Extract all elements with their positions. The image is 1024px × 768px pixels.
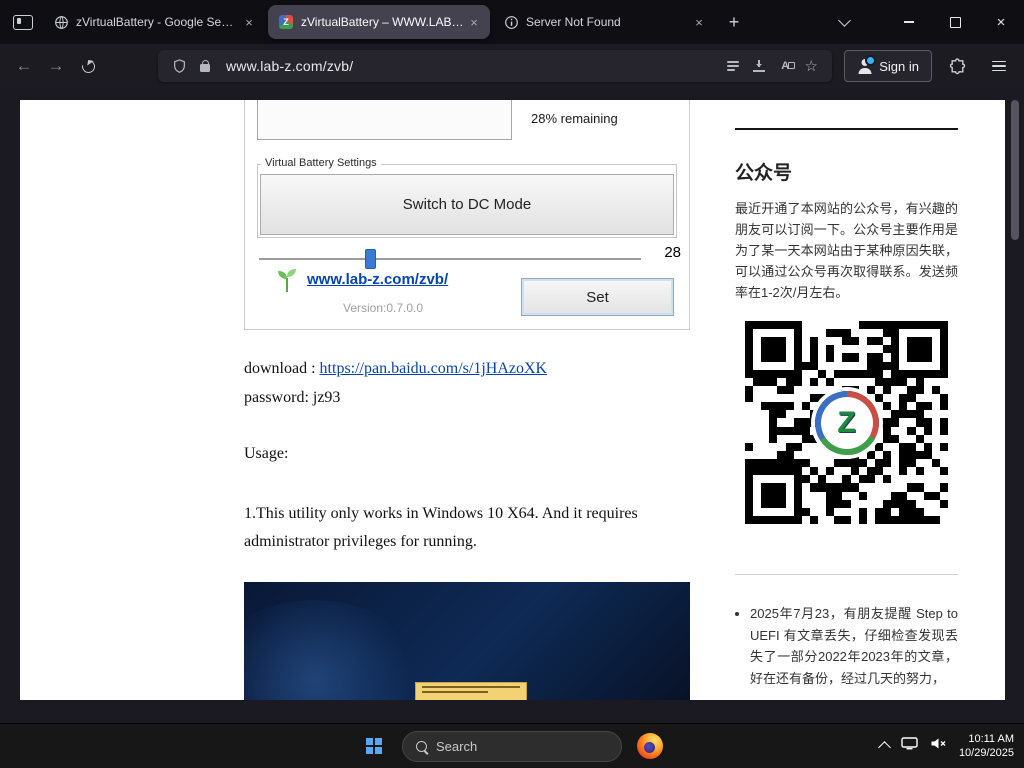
firefox-icon <box>637 733 663 759</box>
minimize-button[interactable] <box>886 0 932 44</box>
usage-heading: Usage: <box>244 445 289 462</box>
tab-close-button[interactable]: × <box>464 12 484 32</box>
screenshot-groupbox: Virtual Battery Settings Switch to DC Mo… <box>257 157 677 238</box>
system-tray: 10:11 AM 10/29/2025 <box>878 732 1014 760</box>
taskbar-clock[interactable]: 10:11 AM 10/29/2025 <box>959 732 1014 760</box>
translate-icon: A <box>781 60 796 72</box>
refresh-icon <box>78 56 98 76</box>
app-screenshot: 28% remaining Virtual Battery Settings S… <box>244 100 690 330</box>
url-bar[interactable]: www.lab-z.com/zvb/ A ☆ <box>158 50 833 82</box>
tab-title: Server Not Found <box>526 15 621 29</box>
clock-time: 10:11 AM <box>968 733 1014 745</box>
list-all-tabs-button[interactable] <box>828 6 860 38</box>
sign-in-button[interactable]: Sign in <box>844 50 932 82</box>
extensions-icon <box>949 57 965 74</box>
screenshot-slider-value: 28 <box>664 244 681 261</box>
screenshot-switch-dc-button: Switch to DC Mode <box>260 174 674 235</box>
display-tray-icon[interactable] <box>901 737 918 755</box>
password-line: password: jz93 <box>244 389 341 406</box>
notification-dot <box>865 54 877 66</box>
search-placeholder: Search <box>436 738 478 754</box>
taskbar-search[interactable]: Search <box>402 730 622 762</box>
screenshot-group-label: Virtual Battery Settings <box>261 157 381 169</box>
news-item: 2025年7月23，有朋友提醒 Step to UEFI 有文章丢失，仔细检查发… <box>750 603 958 689</box>
tab-title: zVirtualBattery - Google Search <box>76 15 239 29</box>
tray-overflow-chevron-icon[interactable] <box>878 741 891 754</box>
reader-mode-icon <box>727 60 740 72</box>
shield-icon[interactable] <box>166 53 192 79</box>
start-button[interactable] <box>356 728 392 764</box>
refresh-button[interactable] <box>72 50 104 82</box>
screenshot-site-link: www.lab-z.com/zvb/ <box>307 271 449 288</box>
page-viewport: 28% remaining Virtual Battery Settings S… <box>0 88 1024 723</box>
maximize-button[interactable] <box>932 0 978 44</box>
extensions-button[interactable] <box>940 49 974 83</box>
close-icon: × <box>996 13 1006 31</box>
tab-title: zVirtualBattery – WWW.LAB-Z.C <box>301 15 464 29</box>
windows-taskbar: Search 10:11 AM 10/29/2025 <box>0 723 1024 768</box>
new-tab-button[interactable]: + <box>719 7 749 37</box>
sidebar-heading: 公众号 <box>735 163 793 184</box>
menu-button[interactable] <box>982 49 1016 83</box>
tab-close-button[interactable]: × <box>239 12 259 32</box>
search-icon <box>416 740 427 752</box>
bookmark-star-button[interactable]: ☆ <box>798 53 824 79</box>
screenshot-slider-thumb <box>365 249 376 269</box>
tab-lab-z-active[interactable]: Z zVirtualBattery – WWW.LAB-Z.C × <box>268 5 490 39</box>
image-glow <box>244 600 424 700</box>
web-page: 28% remaining Virtual Battery Settings S… <box>20 100 1005 700</box>
qr-code-image: Z <box>735 310 958 535</box>
firefox-view-icon <box>13 14 33 30</box>
clock-date: 10/29/2025 <box>958 747 1014 759</box>
screenshot-remaining-text: 28% remaining <box>531 111 618 126</box>
tab-server-not-found[interactable]: Server Not Found × <box>493 5 715 39</box>
download-label: download : <box>244 360 320 377</box>
back-button[interactable]: ← <box>8 50 40 82</box>
lab-z-logo: Z <box>814 390 879 455</box>
screenshot-slider-track <box>259 258 641 261</box>
sidebar-news-list: 2025年7月23，有朋友提醒 Step to UEFI 有文章丢失，仔细检查发… <box>735 603 958 689</box>
translate-button[interactable]: A <box>772 53 798 79</box>
lock-icon[interactable] <box>192 53 218 79</box>
screenshot-version-text: Version:0.7.0.0 <box>343 301 424 315</box>
save-page-icon <box>753 60 766 72</box>
tab-strip: zVirtualBattery - Google Search × Z zVir… <box>0 0 1024 44</box>
url-text: www.lab-z.com/zvb/ <box>226 58 354 74</box>
chevron-down-icon <box>837 13 851 27</box>
maximize-icon <box>949 16 961 28</box>
info-icon <box>503 14 519 30</box>
forward-button[interactable]: → <box>40 50 72 82</box>
volume-muted-tray-icon[interactable] <box>930 737 947 755</box>
windows-logo-icon <box>366 738 382 754</box>
firefox-taskbar-button[interactable] <box>632 728 668 764</box>
tab-google-search[interactable]: zVirtualBattery - Google Search × <box>43 5 265 39</box>
firefox-view-button[interactable] <box>6 5 40 39</box>
reader-mode-button[interactable] <box>720 53 746 79</box>
tab-close-button[interactable]: × <box>689 12 709 32</box>
download-line: download : https://pan.baidu.com/s/1jHAz… <box>244 360 547 378</box>
download-link[interactable]: https://pan.baidu.com/s/1jHAzoXK <box>320 360 548 377</box>
usage-screenshot-image <box>244 582 690 700</box>
browser-window: zVirtualBattery - Google Search × Z zVir… <box>0 0 1024 768</box>
screenshot-set-button: Set <box>521 278 674 316</box>
sprout-icon <box>275 266 299 299</box>
minimize-icon <box>904 21 914 23</box>
uac-dialog-thumbnail <box>415 682 527 700</box>
sidebar-divider <box>735 574 958 575</box>
save-page-button[interactable] <box>746 53 772 79</box>
sidebar-divider <box>735 128 958 130</box>
close-button[interactable]: × <box>978 0 1024 44</box>
taskbar-center: Search <box>356 728 668 764</box>
sign-in-label: Sign in <box>879 58 919 74</box>
hamburger-icon <box>992 60 1006 72</box>
scrollbar-thumb[interactable] <box>1011 100 1019 240</box>
lab-z-favicon: Z <box>278 14 294 30</box>
usage-item: 1.This utility only works in Windows 10 … <box>244 505 638 550</box>
sidebar-intro-text: 最近开通了本网站的公众号，有兴趣的朋友可以订阅一下。公众号主要作用是为了某一天本… <box>735 201 958 300</box>
star-icon: ☆ <box>804 58 818 75</box>
globe-icon <box>53 14 69 30</box>
navigation-toolbar: ← → www.lab-z.com/zvb/ A ☆ Sign in <box>0 44 1024 88</box>
screenshot-battery-gauge <box>257 100 512 140</box>
account-icon <box>857 54 877 74</box>
